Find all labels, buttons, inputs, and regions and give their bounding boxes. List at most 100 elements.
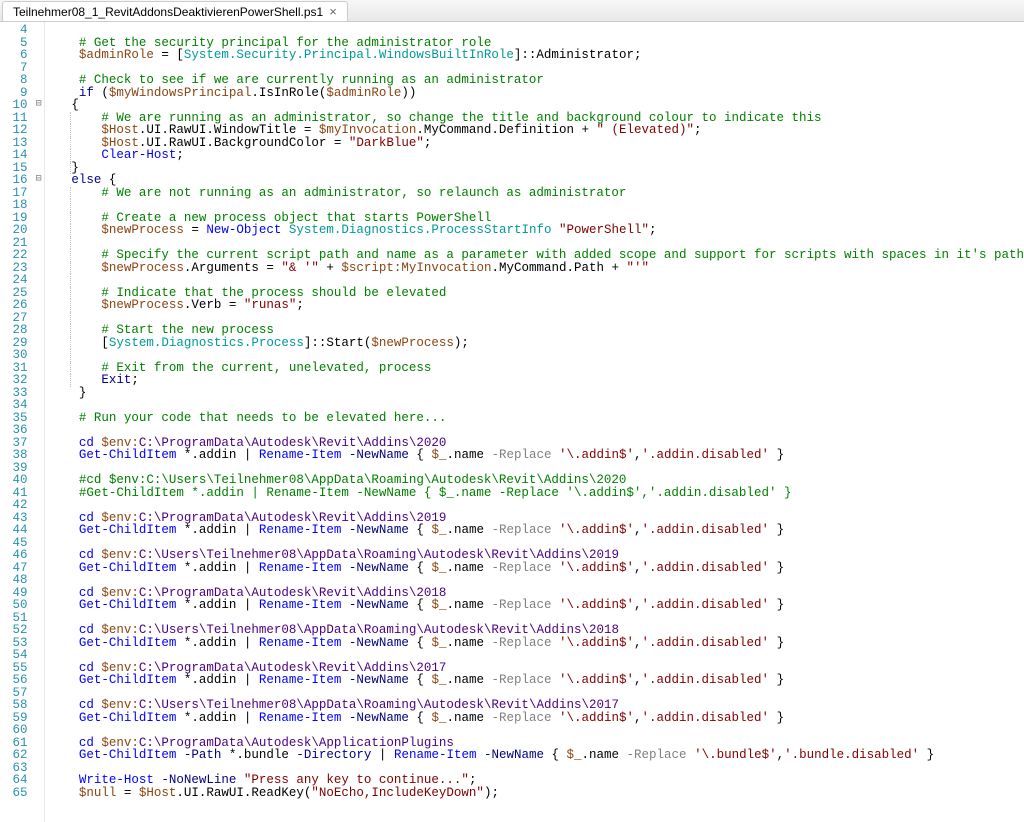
line-number: 30 xyxy=(0,349,28,362)
line-number: 28 xyxy=(0,324,28,337)
code-line[interactable]: } xyxy=(49,162,1024,175)
line-number: 60 xyxy=(0,724,28,737)
line-number: 34 xyxy=(0,399,28,412)
fold-indicator xyxy=(34,674,44,687)
fold-indicator xyxy=(34,599,44,612)
code-line[interactable]: Get-ChildItem *.addin | Rename-Item -New… xyxy=(49,599,1024,612)
line-number: 64 xyxy=(0,774,28,787)
code-line[interactable]: Get-ChildItem *.addin | Rename-Item -New… xyxy=(49,524,1024,537)
fold-indicator xyxy=(34,137,44,150)
fold-indicator xyxy=(34,462,44,475)
fold-indicator xyxy=(34,112,44,125)
fold-indicator xyxy=(34,212,44,225)
fold-indicator xyxy=(34,612,44,625)
code-line[interactable]: } xyxy=(49,387,1024,400)
fold-indicator xyxy=(34,637,44,650)
code-line[interactable]: $newProcess = New-Object System.Diagnost… xyxy=(49,224,1024,237)
tab-title: Teilnehmer08_1_RevitAddonsDeaktivierenPo… xyxy=(13,5,323,19)
code-line[interactable]: Get-ChildItem *.addin | Rename-Item -New… xyxy=(49,674,1024,687)
line-number: 42 xyxy=(0,499,28,512)
fold-indicator xyxy=(34,524,44,537)
fold-indicator xyxy=(34,712,44,725)
line-number: 26 xyxy=(0,299,28,312)
line-number: 44 xyxy=(0,524,28,537)
fold-indicator xyxy=(34,324,44,337)
fold-indicator xyxy=(34,499,44,512)
fold-indicator xyxy=(34,449,44,462)
code-line[interactable]: # Run your code that needs to be elevate… xyxy=(49,412,1024,425)
fold-indicator xyxy=(34,62,44,75)
line-number: 62 xyxy=(0,749,28,762)
line-number: 24 xyxy=(0,274,28,287)
line-number: 8 xyxy=(0,74,28,87)
line-number: 18 xyxy=(0,199,28,212)
line-number: 56 xyxy=(0,674,28,687)
line-number: 4 xyxy=(0,24,28,37)
fold-indicator xyxy=(34,162,44,175)
code-line[interactable]: Get-ChildItem *.addin | Rename-Item -New… xyxy=(49,449,1024,462)
line-number: 48 xyxy=(0,574,28,587)
code-line[interactable]: Clear-Host; xyxy=(49,149,1024,162)
fold-indicator-gutter: ⊟⊟ xyxy=(34,22,44,822)
line-number-gutter: 4567891011121314151617181920212223242526… xyxy=(0,22,34,822)
code-line[interactable]: $newProcess.Verb = "runas"; xyxy=(49,299,1024,312)
line-number: 16 xyxy=(0,174,28,187)
code-line[interactable]: Get-ChildItem *.addin | Rename-Item -New… xyxy=(49,637,1024,650)
code-line[interactable]: Exit; xyxy=(49,374,1024,387)
fold-indicator xyxy=(34,312,44,325)
fold-indicator xyxy=(34,299,44,312)
code-line[interactable]: Write-Host -NoNewLine "Press any key to … xyxy=(49,774,1024,787)
code-line[interactable]: Get-ChildItem -Path *.bundle -Directory … xyxy=(49,749,1024,762)
fold-indicator xyxy=(34,187,44,200)
fold-indicator xyxy=(34,399,44,412)
fold-indicator[interactable]: ⊟ xyxy=(34,174,44,187)
fold-indicator xyxy=(34,487,44,500)
fold-indicator xyxy=(34,149,44,162)
code-line[interactable]: [System.Diagnostics.Process]::Start($new… xyxy=(49,337,1024,350)
fold-indicator xyxy=(34,662,44,675)
fold-indicator xyxy=(34,374,44,387)
fold-indicator xyxy=(34,562,44,575)
code-line[interactable]: $Host.UI.RawUI.WindowTitle = $myInvocati… xyxy=(49,124,1024,137)
fold-indicator xyxy=(34,287,44,300)
code-line[interactable]: if ($myWindowsPrincipal.IsInRole($adminR… xyxy=(49,87,1024,100)
fold-indicator xyxy=(34,437,44,450)
code-line[interactable]: Get-ChildItem *.addin | Rename-Item -New… xyxy=(49,712,1024,725)
fold-indicator xyxy=(34,87,44,100)
code-line[interactable]: # Specify the current script path and na… xyxy=(49,249,1024,262)
code-line[interactable]: # Exit from the current, unelevated, pro… xyxy=(49,362,1024,375)
fold-indicator xyxy=(34,649,44,662)
code-line[interactable]: $null = $Host.UI.RawUI.ReadKey("NoEcho,I… xyxy=(49,787,1024,800)
code-line[interactable]: $newProcess.Arguments = "& '" + $script:… xyxy=(49,262,1024,275)
code-line[interactable]: Get-ChildItem *.addin | Rename-Item -New… xyxy=(49,562,1024,575)
fold-indicator xyxy=(34,349,44,362)
fold-indicator xyxy=(34,237,44,250)
line-number: 12 xyxy=(0,124,28,137)
fold-indicator xyxy=(34,549,44,562)
fold-indicator xyxy=(34,424,44,437)
code-line[interactable]: #Get-ChildItem *.addin | Rename-Item -Ne… xyxy=(49,487,1024,500)
line-number: 10 xyxy=(0,99,28,112)
fold-indicator xyxy=(34,574,44,587)
line-number: 65 xyxy=(0,787,28,800)
line-number: 38 xyxy=(0,449,28,462)
line-number: 52 xyxy=(0,624,28,637)
line-number: 22 xyxy=(0,249,28,262)
fold-indicator xyxy=(34,512,44,525)
fold-indicator xyxy=(34,587,44,600)
code-editor[interactable]: 4567891011121314151617181920212223242526… xyxy=(0,22,1024,822)
code-line[interactable]: # We are not running as an administrator… xyxy=(49,187,1024,200)
tab-bar: Teilnehmer08_1_RevitAddonsDeaktivierenPo… xyxy=(0,0,1024,22)
line-number: 6 xyxy=(0,49,28,62)
code-line[interactable]: $Host.UI.RawUI.BackgroundColor = "DarkBl… xyxy=(49,137,1024,150)
fold-indicator xyxy=(34,787,44,800)
code-area[interactable]: # Get the security principal for the adm… xyxy=(44,22,1024,822)
fold-indicator xyxy=(34,24,44,37)
file-tab[interactable]: Teilnehmer08_1_RevitAddonsDeaktivierenPo… xyxy=(2,1,348,21)
fold-indicator xyxy=(34,49,44,62)
code-line[interactable]: $adminRole = [System.Security.Principal.… xyxy=(49,49,1024,62)
close-icon[interactable]: × xyxy=(329,5,337,18)
fold-indicator xyxy=(34,699,44,712)
fold-indicator[interactable]: ⊟ xyxy=(34,99,44,112)
fold-indicator xyxy=(34,762,44,775)
